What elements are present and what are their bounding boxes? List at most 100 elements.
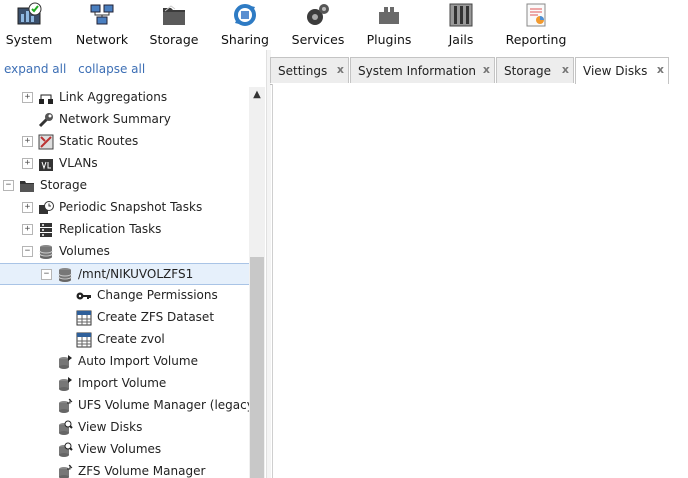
view-disks-icon [59, 420, 73, 435]
tree-item-label: Link Aggregations [59, 90, 168, 104]
toolbar-system-button[interactable]: System [6, 2, 52, 48]
expand-toggle[interactable]: + [22, 202, 33, 213]
wrench-icon [38, 113, 53, 128]
key-icon [76, 292, 91, 300]
scroll-up-arrow-icon[interactable]: ▲ [249, 87, 265, 103]
tab-label: System Information [358, 64, 477, 78]
expand-toggle[interactable]: + [22, 92, 33, 103]
tree-item-network-summary[interactable]: Network Summary [0, 109, 249, 131]
scrollbar-thumb[interactable] [250, 257, 264, 478]
tree-item-vlans[interactable]: + VLANs [0, 153, 249, 175]
tree-item-volumes[interactable]: − Volumes [0, 241, 249, 263]
zvol-icon [76, 332, 92, 348]
toolbar-storage-label: Storage [149, 32, 199, 47]
tree-item-link-aggregations[interactable]: + Link Aggregations [0, 87, 249, 109]
tree-item-auto-import-volume[interactable]: Auto Import Volume [0, 351, 249, 373]
tree-item-label: Static Routes [59, 134, 139, 148]
tree-item-label: /mnt/NIKUVOLZFS1 [78, 267, 194, 281]
toolbar-sharing-label: Sharing [221, 32, 269, 47]
toolbar-sharing-button[interactable]: Sharing [220, 2, 270, 48]
snapshot-icon [39, 201, 54, 214]
reporting-icon [526, 3, 546, 27]
toolbar-reporting-label: Reporting [505, 32, 567, 47]
collapse-toggle[interactable]: − [41, 269, 52, 280]
tree-item-create-zfs-dataset[interactable]: Create ZFS Dataset [0, 307, 249, 329]
collapse-toggle[interactable]: − [3, 180, 14, 191]
tab-settings[interactable]: Settings x [270, 57, 349, 83]
tree-scrollbar[interactable]: ▲ [249, 87, 265, 478]
tree-item-create-zvol[interactable]: Create zvol [0, 329, 249, 351]
expand-toggle[interactable]: + [22, 136, 33, 147]
tree-item-label: View Volumes [78, 442, 162, 456]
ufs-manager-icon [59, 398, 73, 413]
toolbar-network-label: Network [75, 32, 129, 47]
tree-item-label: View Disks [78, 420, 143, 434]
tree-item-change-permissions[interactable]: Change Permissions [0, 285, 249, 307]
tree-item-storage[interactable]: − Storage [0, 175, 249, 197]
tab-storage[interactable]: Storage x [496, 57, 574, 83]
tree-item-label: Replication Tasks [59, 222, 162, 236]
tab-view-disks[interactable]: View Disks x [575, 57, 669, 85]
import-icon [59, 377, 72, 391]
tree-item-ufs-volume-manager[interactable]: UFS Volume Manager (legacy) [0, 395, 249, 417]
panel-splitter[interactable] [266, 50, 271, 478]
tree-item-import-volume[interactable]: Import Volume [0, 373, 249, 395]
folder-icon [20, 181, 34, 192]
tree-item-label: Storage [40, 178, 87, 192]
expand-toggle[interactable]: + [22, 224, 33, 235]
toolbar-reporting-button[interactable]: Reporting [506, 2, 566, 48]
volume-icon [39, 245, 53, 259]
toolbar-plugins-label: Plugins [366, 32, 412, 47]
tab-label: Settings [278, 64, 328, 78]
toolbar-plugins-button[interactable]: Plugins [366, 2, 412, 48]
storage-icon [163, 5, 185, 25]
auto-import-icon [59, 355, 72, 369]
tree-item-label: Change Permissions [97, 288, 218, 302]
tree-item-label: Import Volume [78, 376, 167, 390]
replication-icon [40, 223, 52, 237]
tree-item-replication-tasks[interactable]: + Replication Tasks [0, 219, 249, 241]
tree-item-view-disks[interactable]: View Disks [0, 417, 249, 439]
tree-item-mnt-volume[interactable]: − /mnt/NIKUVOLZFS1 [0, 263, 249, 285]
expand-toggle[interactable]: + [22, 158, 33, 169]
plugins-icon [379, 7, 399, 24]
close-icon[interactable]: x [483, 63, 490, 76]
toolbar-jails-button[interactable]: Jails [444, 2, 478, 48]
tree-item-label: Network Summary [59, 112, 171, 126]
network-icon [90, 4, 114, 25]
tab-label: Storage [504, 64, 551, 78]
tab-content-area [272, 84, 688, 478]
tree-item-label: Periodic Snapshot Tasks [59, 200, 203, 214]
tree-item-periodic-snapshot-tasks[interactable]: + Periodic Snapshot Tasks [0, 197, 249, 219]
tree-item-static-routes[interactable]: + Static Routes [0, 131, 249, 153]
toolbar-network-button[interactable]: Network [76, 2, 128, 48]
tab-system-information[interactable]: System Information x [350, 57, 495, 83]
tree-item-label: Create zvol [97, 332, 165, 346]
close-icon[interactable]: x [657, 63, 664, 76]
navigation-tree: + Link Aggregations Network Summary + St… [0, 87, 249, 478]
tab-bar: Settings x System Information x Storage … [270, 57, 688, 85]
tree-item-label: Create ZFS Dataset [97, 310, 215, 324]
view-volumes-icon [59, 442, 73, 457]
tree-controls: expand all collapse all [4, 62, 153, 76]
tree-item-label: VLANs [59, 156, 98, 170]
jails-icon [449, 3, 473, 27]
tree-item-zfs-volume-manager[interactable]: ZFS Volume Manager [0, 461, 249, 478]
toolbar-services-button[interactable]: Services [292, 2, 344, 48]
close-icon[interactable]: x [337, 63, 344, 76]
collapse-all-link[interactable]: collapse all [78, 62, 145, 76]
tree-item-view-volumes[interactable]: View Volumes [0, 439, 249, 461]
tab-label: View Disks [583, 64, 648, 78]
expand-all-link[interactable]: expand all [4, 62, 66, 76]
link-aggregation-icon [39, 94, 53, 104]
close-icon[interactable]: x [562, 63, 569, 76]
tree-item-label: Auto Import Volume [78, 354, 198, 368]
tree-item-label: Volumes [59, 244, 110, 258]
zfs-manager-icon [59, 464, 73, 478]
routes-icon [38, 134, 54, 150]
toolbar-storage-button[interactable]: Storage [150, 2, 198, 48]
volume-icon [58, 268, 72, 282]
tree-item-label: UFS Volume Manager (legacy) [78, 398, 249, 412]
collapse-toggle[interactable]: − [22, 246, 33, 257]
system-icon [17, 2, 42, 25]
